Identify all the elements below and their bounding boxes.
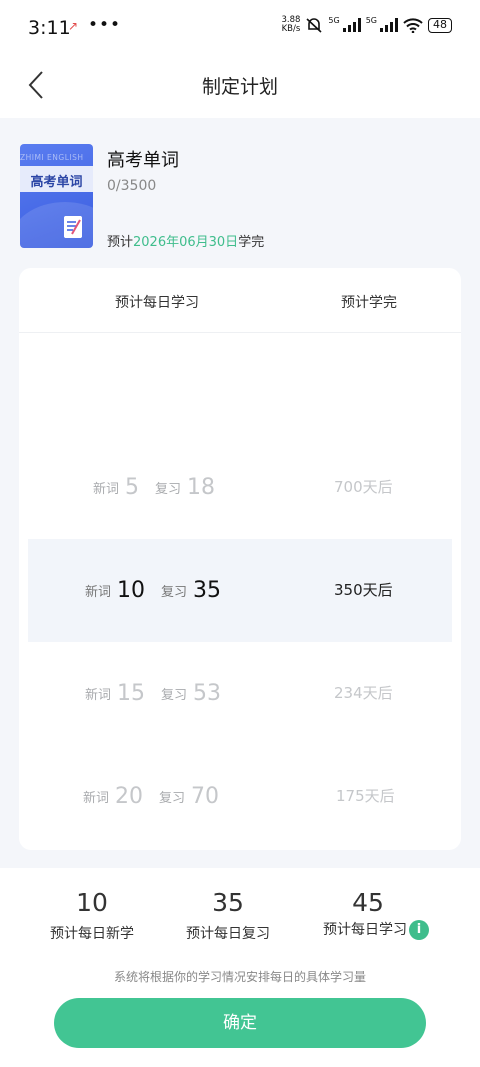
signal-1-icon [342, 18, 361, 32]
speed-unit: KB/s [281, 24, 301, 34]
info-icon[interactable]: i [409, 920, 429, 940]
finish-days: 234天后 [334, 684, 393, 702]
divider [19, 332, 461, 333]
new-words-count: 20 [115, 784, 144, 809]
plan-option-counts: 新词 5 复习 18 [93, 436, 231, 539]
review-count: 35 [193, 578, 222, 603]
summary-panel: 10 预计每日新学 35 预计每日复习 45 预计每日学习 i 系统将根据你的学习… [0, 868, 480, 1067]
notification-icon: ↗ [68, 19, 79, 33]
plan-picker: 预计每日学习 预计学完 新词 5 复习 18 700天后 新词 10 复习 35… [19, 268, 461, 850]
cover-decoration [20, 202, 93, 248]
status-bar: 3:11 ↗ ••• 3.88 KB/s 5G 5G 48 [0, 0, 480, 58]
document-pen-icon [64, 216, 82, 238]
new-words-label: 新词 [83, 791, 110, 806]
status-indicators: 3.88 KB/s 5G 5G 48 [281, 16, 452, 34]
new-words-count: 5 [125, 475, 140, 500]
plan-note: 系统将根据你的学习情况安排每日的具体学习量 [113, 970, 366, 984]
plan-option-selected[interactable]: 新词 10 复习 35 350天后 [28, 539, 452, 642]
page-title: 制定计划 [201, 76, 278, 98]
stat-total: 45 预计每日学习 i [318, 888, 434, 940]
finish-days: 175天后 [336, 787, 395, 805]
book-title: 高考单词 [107, 150, 179, 171]
book-cover: ZHIMI ENGLISH 高考单词 [20, 144, 93, 248]
header: 制定计划 [0, 58, 480, 118]
review-label: 复习 [161, 688, 188, 703]
plan-option-counts: 新词 20 复习 70 [83, 745, 235, 848]
plan-option[interactable]: 新词 5 复习 18 700天后 [19, 436, 461, 539]
new-words-count: 10 [117, 578, 146, 603]
review-label: 复习 [161, 585, 188, 600]
review-label: 复习 [159, 791, 186, 806]
plan-option[interactable]: 新词 15 复习 53 234天后 [19, 642, 461, 745]
review-count: 70 [191, 784, 220, 809]
review-count: 53 [193, 681, 222, 706]
finish-days: 700天后 [334, 478, 393, 496]
stat-total-value: 45 [352, 888, 384, 917]
new-words-count: 15 [117, 681, 146, 706]
plan-option[interactable]: 新词 20 复习 70 175天后 [19, 745, 461, 848]
signal-1-label: 5G [328, 16, 340, 25]
stat-new: 10 预计每日新学 [46, 888, 138, 943]
cover-brand-text: ZHIMI ENGLISH [20, 153, 84, 162]
new-words-label: 新词 [85, 688, 112, 703]
stat-total-label-row: 预计每日学习 i [318, 919, 434, 940]
status-time: 3:11 [28, 17, 71, 39]
confirm-button[interactable]: 确定 [54, 998, 426, 1048]
new-words-label: 新词 [93, 482, 120, 497]
finish-suffix: 学完 [238, 235, 265, 250]
book-progress: 0/3500 [107, 178, 157, 194]
signal-2-icon [380, 18, 398, 32]
network-speed: 3.88 KB/s [281, 16, 300, 34]
book-finish-date: 预计2026年06月30日学完 [107, 231, 264, 250]
signal-2-label: 5G [365, 16, 377, 25]
cover-title: 高考单词 [30, 175, 83, 190]
finish-prefix: 预计 [107, 235, 134, 250]
review-count: 18 [187, 475, 216, 500]
plan-option-counts: 新词 15 复习 53 [85, 642, 237, 745]
stat-review: 35 预计每日复习 [182, 888, 274, 943]
new-words-label: 新词 [85, 585, 112, 600]
stat-total-label: 预计每日学习 [323, 922, 407, 938]
battery-icon: 48 [428, 17, 452, 33]
plan-option-counts: 新词 10 复习 35 [85, 539, 237, 642]
stat-review-label: 预计每日复习 [186, 926, 270, 942]
stat-new-label: 预计每日新学 [50, 926, 134, 942]
review-label: 复习 [155, 482, 182, 497]
more-notifications-icon: ••• [88, 15, 122, 35]
stat-new-value: 10 [76, 888, 108, 917]
stat-review-value: 35 [212, 888, 244, 917]
col-header-daily: 预计每日学习 [115, 295, 199, 311]
wifi-icon [403, 18, 423, 33]
finish-date: 2026年06月30日 [133, 235, 239, 250]
finish-days: 350天后 [334, 581, 393, 599]
mute-icon [306, 18, 322, 33]
col-header-finish: 预计学完 [341, 295, 397, 311]
